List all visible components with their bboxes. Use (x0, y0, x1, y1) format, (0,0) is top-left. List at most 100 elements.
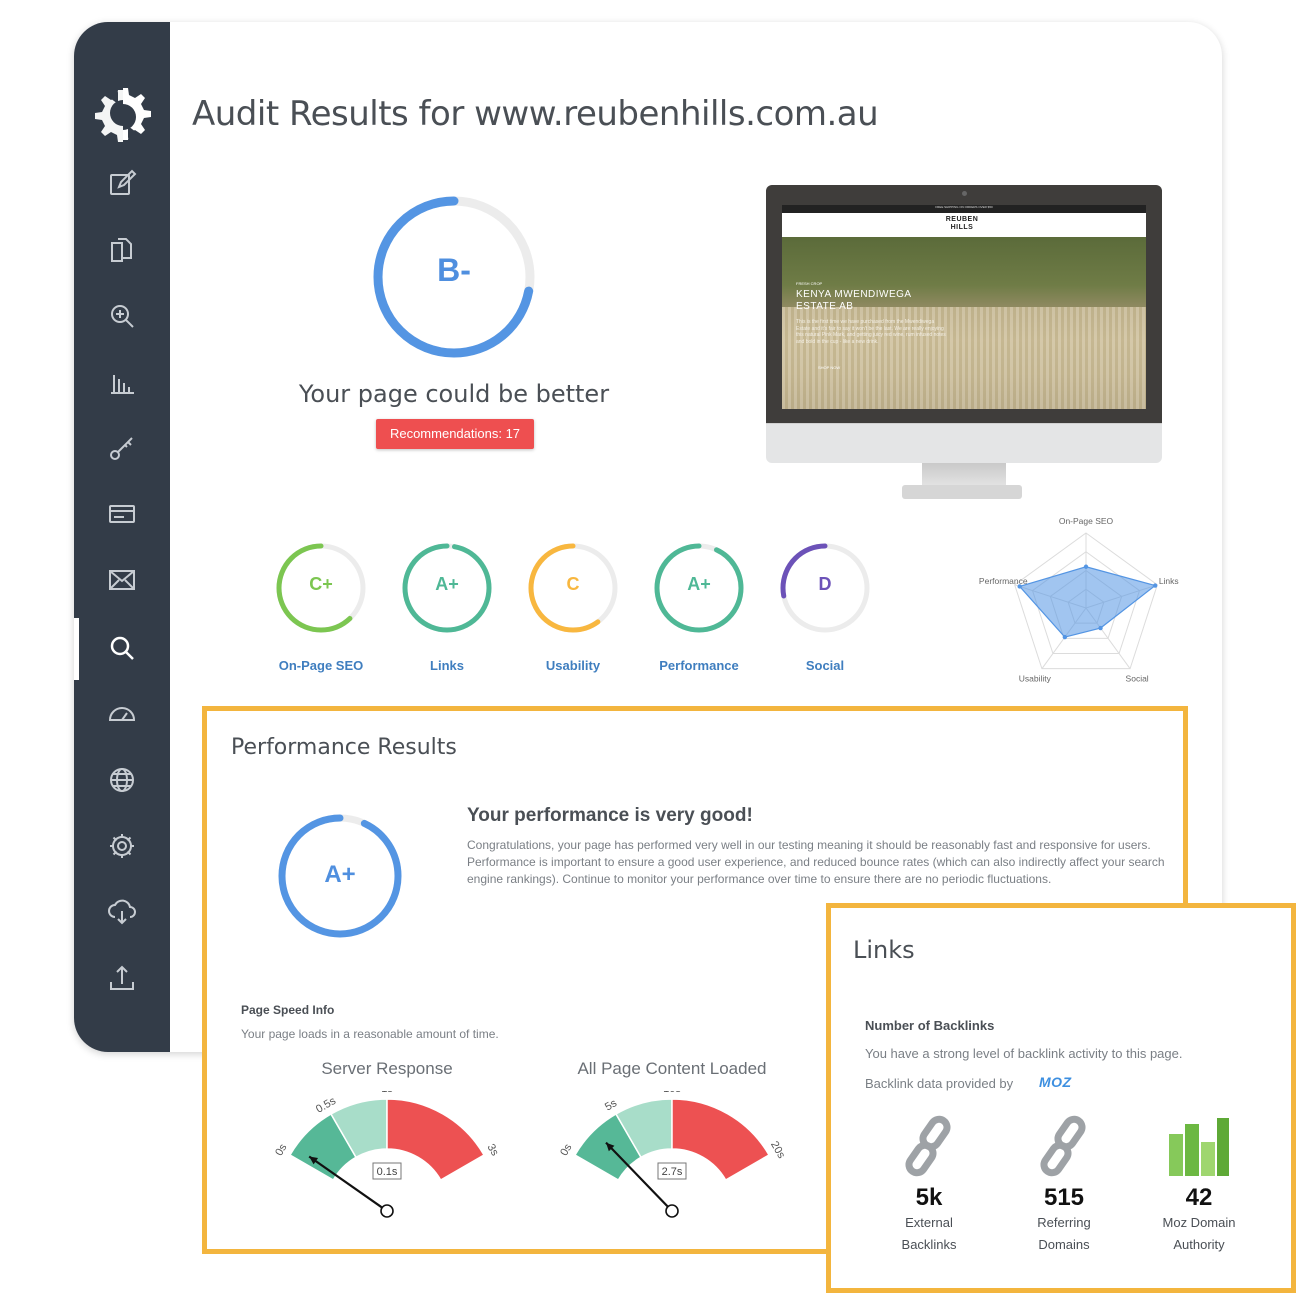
category-grade-letter: D (818, 574, 832, 594)
referring-domains-stat: 515 Referring Domains (1004, 1114, 1124, 1256)
radar-data-point (1152, 583, 1158, 588)
category-radar-chart: On-Page SEOLinksSocialUsabilityPerforman… (979, 516, 1179, 683)
gauge-tick-label: 5s (603, 1097, 619, 1113)
category-social[interactable]: D Social (775, 540, 875, 673)
monitor-base (902, 485, 1022, 499)
monitor-chin (766, 423, 1162, 463)
external-backlinks-stat: 5k External Backlinks (869, 1114, 989, 1256)
copy-pages-icon[interactable] (106, 234, 138, 266)
gauge-tick-label: 10s (663, 1091, 681, 1095)
stat-label: Referring Domains (1037, 1215, 1091, 1252)
recommendations-badge[interactable]: Recommendations: 17 (376, 419, 534, 449)
credit-card-icon[interactable] (106, 498, 138, 530)
zoom-in-icon[interactable] (106, 300, 138, 332)
category-label: Social (805, 658, 845, 673)
category-performance[interactable]: A+ Performance (649, 540, 749, 673)
hero-link: SHOP NOW (818, 365, 841, 370)
stat-value: 515 (1043, 1184, 1085, 1211)
page-title: Audit Results for www.reubenhills.com.au (192, 94, 879, 134)
moz-domain-authority-stat: 42 Moz Domain Authority (1139, 1114, 1259, 1256)
content-loaded-title: All Page Content Loaded (577, 1059, 767, 1078)
radar-data-point (1098, 625, 1103, 631)
page-speed-subtitle: Your page loads in a reasonable amount o… (241, 1027, 499, 1041)
category-grade-letter: C+ (309, 574, 333, 594)
performance-heading: Your performance is very good! (467, 805, 753, 826)
gauge-tick-label: 1s (381, 1091, 393, 1095)
radar-axis-label: Social (1126, 673, 1149, 683)
category-grade-letter: A+ (435, 574, 459, 594)
active-nav-indicator (74, 618, 79, 680)
chain-link-icon (1040, 1115, 1086, 1177)
links-card: Links Number of Backlinks You have a str… (826, 903, 1296, 1293)
links-title: Links (853, 936, 915, 964)
radar-data-point (1017, 584, 1022, 589)
radar-axis-label: On-Page SEO (1059, 516, 1114, 526)
gauge-hub (665, 1204, 679, 1218)
gauge-hub (380, 1204, 394, 1218)
search-icon[interactable] (106, 632, 138, 664)
monitor-bezel: FREE SHIPPING ON ORDERS OVER $50 REUBEN … (766, 185, 1162, 423)
site-announcement-bar: FREE SHIPPING ON ORDERS OVER $50 (782, 205, 1146, 213)
stat-label: Moz Domain Authority (1162, 1215, 1236, 1252)
chain-link-icon (905, 1115, 951, 1177)
radar-axis-label: Links (1159, 576, 1179, 586)
bar-chart-icon[interactable] (106, 366, 138, 398)
category-usability[interactable]: C Usability (523, 540, 623, 673)
backlinks-subtitle: You have a strong level of backlink acti… (865, 1046, 1183, 1061)
category-links[interactable]: A+ Links (397, 540, 497, 673)
performance-title: Performance Results (231, 735, 457, 760)
edit-icon[interactable] (106, 168, 138, 200)
hero-text: This is the first time we have purchased… (796, 319, 946, 345)
envelope-icon[interactable] (106, 564, 138, 596)
key-icon[interactable] (106, 432, 138, 464)
stat-value: 5k (915, 1184, 943, 1211)
moz-logo: MOZ (1039, 1074, 1072, 1090)
stat-value: 42 (1185, 1184, 1213, 1211)
radar-data-area (1018, 566, 1157, 638)
gauge-value-label: 0.1s (377, 1166, 398, 1178)
overall-verdict: Your page could be better (298, 380, 610, 408)
backlinks-provider: Backlink data provided by (865, 1076, 1014, 1091)
website-screenshot: FREE SHIPPING ON ORDERS OVER $50 REUBEN … (782, 205, 1146, 409)
category-grade-letter: A+ (687, 574, 711, 594)
page-speed-title: Page Speed Info (241, 1003, 335, 1017)
backlinks-heading: Number of Backlinks (865, 1018, 995, 1033)
overall-grade: B- (437, 252, 471, 288)
server-response-gauge: 0s0.5s1s3s0.1s (273, 1091, 501, 1218)
server-response-title: Server Response (321, 1059, 453, 1078)
category-label: Usability (545, 658, 601, 673)
gauge-tick-label: 0s (558, 1142, 574, 1158)
globe-icon[interactable] (106, 764, 138, 796)
category-label: Links (430, 658, 464, 673)
gauge-tick-label: 20s (768, 1139, 788, 1161)
cloud-download-icon[interactable] (106, 896, 138, 928)
hero-kicker: FRESH CROP (796, 281, 823, 286)
site-logo: REUBEN HILLS (945, 216, 979, 231)
category-label: Performance (659, 658, 739, 673)
monitor-stand (922, 463, 1006, 487)
gauge-value-label: 2.7s (662, 1166, 683, 1178)
gauge-tick-label: 3s (485, 1142, 501, 1158)
website-preview-monitor: FREE SHIPPING ON ORDERS OVER $50 REUBEN … (764, 185, 1164, 505)
stat-label: External Backlinks (901, 1215, 957, 1252)
upload-icon[interactable] (106, 962, 138, 994)
site-header: REUBEN HILLS (782, 213, 1146, 237)
gauge-tick-label: 0s (273, 1142, 289, 1158)
settings-gear-icon[interactable] (106, 830, 138, 862)
radar-axis-label: Usability (1019, 673, 1052, 683)
site-hero-image: FRESH CROP KENYA MWENDIWEGA ESTATE AB Th… (782, 237, 1146, 409)
gauge-slow-band (386, 1098, 486, 1182)
performance-grade: A+ (324, 861, 356, 888)
speedometer-icon[interactable] (106, 698, 138, 730)
performance-description: Congratulations, your page has performed… (467, 838, 1165, 886)
sidebar (74, 22, 170, 1052)
green-bars-icon (1169, 1118, 1229, 1176)
hero-title: KENYA MWENDIWEGA ESTATE AB (796, 289, 912, 312)
category-on-page-seo[interactable]: C+ On-Page SEO (271, 540, 371, 673)
radar-data-point (1062, 634, 1068, 640)
radar-data-point (1083, 564, 1089, 569)
content-loaded-gauge: 0s 5s 10s 20s 2.7s (558, 1091, 788, 1218)
sync-gear-logo-icon[interactable] (88, 80, 158, 150)
monitor-camera (962, 191, 967, 196)
category-label: On-Page SEO (278, 658, 364, 673)
